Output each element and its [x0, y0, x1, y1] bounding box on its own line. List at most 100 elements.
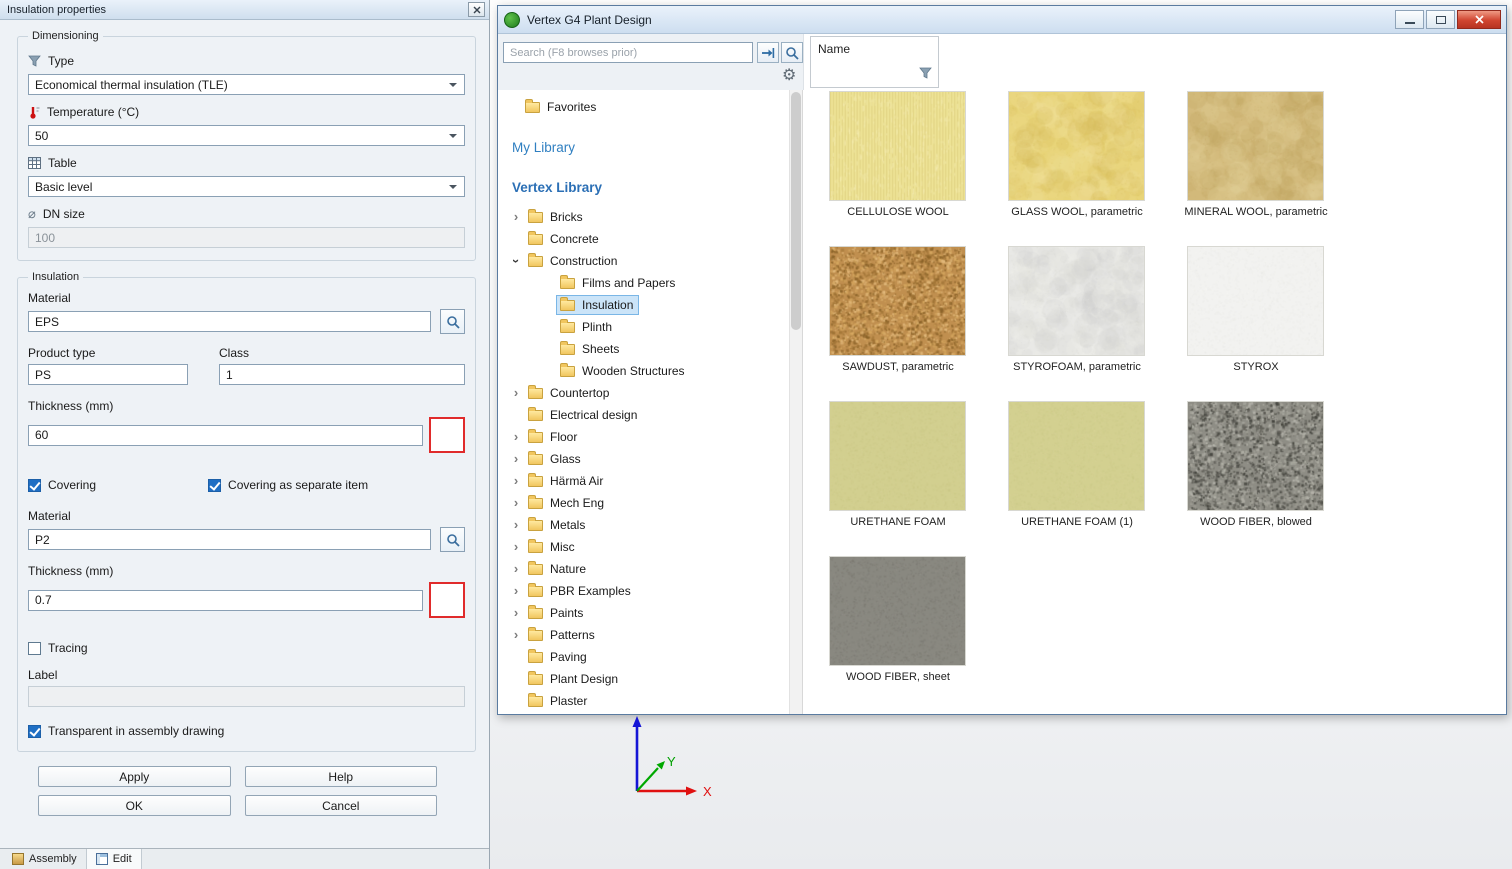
chevron-collapsed-icon[interactable]: ›	[508, 606, 524, 620]
maximize-button[interactable]	[1426, 10, 1455, 29]
ok-button[interactable]: OK	[38, 795, 231, 816]
tree-scrollbar[interactable]	[789, 90, 803, 714]
chevron-collapsed-icon[interactable]: ›	[508, 474, 524, 488]
material-preview[interactable]	[1187, 91, 1324, 201]
cancel-button[interactable]: Cancel	[245, 795, 438, 816]
vertex-library-link[interactable]: Vertex Library	[512, 176, 789, 198]
tracing-checkbox[interactable]	[28, 642, 41, 655]
tree-item-patterns[interactable]: ›Patterns	[498, 624, 789, 646]
search-button[interactable]	[781, 42, 803, 63]
tree-item-favorites[interactable]: Favorites	[498, 96, 789, 118]
material-tile-urethane-foam[interactable]: URETHANE FOAM	[829, 401, 966, 528]
material-tile-glass-wool-parametric[interactable]: GLASS WOOL, parametric	[1008, 91, 1145, 218]
covering-thickness-field[interactable]: 0.7	[28, 590, 423, 611]
covering-material-field[interactable]: P2	[28, 529, 431, 550]
tree-item-films-and-papers[interactable]: Films and Papers	[498, 272, 789, 294]
tree-item-wooden-structures[interactable]: Wooden Structures	[498, 360, 789, 382]
tree-item-countertop[interactable]: ›Countertop	[498, 382, 789, 404]
tree-item-bricks[interactable]: ›Bricks	[498, 206, 789, 228]
product-type-field[interactable]: PS	[28, 364, 188, 385]
material-preview[interactable]	[1187, 246, 1324, 356]
tree-item-metals[interactable]: ›Metals	[498, 514, 789, 536]
chevron-collapsed-icon[interactable]: ›	[508, 628, 524, 642]
covering-checkbox[interactable]	[28, 479, 41, 492]
chevron-collapsed-icon[interactable]: ›	[508, 540, 524, 554]
chevron-collapsed-icon[interactable]: ›	[508, 386, 524, 400]
covering-color-swatch[interactable]	[429, 582, 465, 618]
class-label: Class	[219, 346, 465, 360]
tree-item-plaster[interactable]: Plaster	[498, 690, 789, 712]
transparent-checkbox[interactable]	[28, 725, 41, 738]
tree-item-electrical-design[interactable]: Electrical design	[498, 404, 789, 426]
tree-item-sheets[interactable]: Sheets	[498, 338, 789, 360]
dialog-titlebar[interactable]: Insulation properties	[0, 0, 489, 20]
minimize-button[interactable]	[1395, 10, 1424, 29]
material-tile-styrofoam-parametric[interactable]: STYROFOAM, parametric	[1008, 246, 1145, 373]
chevron-expanded-icon[interactable]: ›	[509, 253, 523, 269]
material-label: STYROX	[1146, 361, 1366, 373]
material-preview[interactable]	[829, 91, 966, 201]
tree-item-h-rm-air[interactable]: ›Härmä Air	[498, 470, 789, 492]
tree-item-plant-design[interactable]: Plant Design	[498, 668, 789, 690]
chevron-collapsed-icon[interactable]: ›	[508, 452, 524, 466]
tree-item-concrete[interactable]: Concrete	[498, 228, 789, 250]
material-preview[interactable]	[1187, 401, 1324, 511]
tab-edit[interactable]: Edit	[87, 849, 142, 869]
tree-item-pbr-examples[interactable]: ›PBR Examples	[498, 580, 789, 602]
tree-item-content: Electrical design	[524, 405, 643, 425]
search-input[interactable]	[503, 42, 753, 63]
material-field[interactable]: EPS	[28, 311, 431, 332]
material-tile-mineral-wool-parametric[interactable]: MINERAL WOOL, parametric	[1187, 91, 1324, 218]
material-search-button[interactable]	[440, 309, 465, 334]
help-button[interactable]: Help	[245, 766, 438, 787]
tree-item-paving[interactable]: Paving	[498, 646, 789, 668]
chevron-collapsed-icon[interactable]: ›	[508, 518, 524, 532]
apply-button[interactable]: Apply	[38, 766, 231, 787]
chevron-collapsed-icon[interactable]: ›	[508, 496, 524, 510]
material-preview[interactable]	[829, 246, 966, 356]
temperature-dropdown[interactable]: 50	[28, 125, 465, 146]
material-preview[interactable]	[1008, 401, 1145, 511]
material-preview[interactable]	[1008, 91, 1145, 201]
chevron-collapsed-icon[interactable]: ›	[508, 562, 524, 576]
tree-item-insulation[interactable]: Insulation	[498, 294, 789, 316]
material-tile-sawdust-parametric[interactable]: SAWDUST, parametric	[829, 246, 966, 373]
tree-item-nature[interactable]: ›Nature	[498, 558, 789, 580]
go-button[interactable]	[757, 42, 779, 63]
chevron-collapsed-icon[interactable]: ›	[508, 210, 524, 224]
tab-assembly[interactable]: Assembly	[3, 849, 87, 869]
covering-separate-checkbox[interactable]	[208, 479, 221, 492]
my-library-link[interactable]: My Library	[512, 134, 789, 160]
settings-gear-icon[interactable]: ⚙	[782, 67, 796, 85]
dialog-close-button[interactable]	[468, 2, 485, 17]
material-preview[interactable]	[829, 401, 966, 511]
name-column-header[interactable]: Name	[810, 36, 939, 88]
tree-item-plinth[interactable]: Plinth	[498, 316, 789, 338]
class-field[interactable]: 1	[219, 364, 465, 385]
tree-item-misc[interactable]: ›Misc	[498, 536, 789, 558]
chevron-collapsed-icon[interactable]: ›	[508, 584, 524, 598]
material-tile-urethane-foam-1[interactable]: URETHANE FOAM (1)	[1008, 401, 1145, 528]
material-tile-cellulose-wool[interactable]: CELLULOSE WOOL	[829, 91, 966, 218]
material-preview[interactable]	[829, 556, 966, 666]
covering-material-search-button[interactable]	[440, 527, 465, 552]
tree-item-mech-eng[interactable]: ›Mech Eng	[498, 492, 789, 514]
tree-item-glass[interactable]: ›Glass	[498, 448, 789, 470]
type-dropdown[interactable]: Economical thermal insulation (TLE)	[28, 74, 465, 95]
material-tile-styrox[interactable]: STYROX	[1187, 246, 1324, 373]
material-preview[interactable]	[1008, 246, 1145, 356]
table-dropdown[interactable]: Basic level	[28, 176, 465, 197]
window-titlebar[interactable]: Vertex G4 Plant Design	[498, 6, 1506, 34]
scrollbar-thumb[interactable]	[791, 92, 801, 330]
material-tile-wood-fiber-sheet[interactable]: WOOD FIBER, sheet	[829, 556, 966, 683]
tree-item-construction[interactable]: ›Construction	[498, 250, 789, 272]
tree-item-paints[interactable]: ›Paints	[498, 602, 789, 624]
insulation-color-swatch[interactable]	[429, 417, 465, 453]
window-close-button[interactable]	[1457, 10, 1501, 29]
search-icon	[785, 46, 799, 60]
material-tile-wood-fiber-blowed[interactable]: WOOD FIBER, blowed	[1187, 401, 1324, 528]
thickness-field[interactable]: 60	[28, 425, 423, 446]
tree-item-floor[interactable]: ›Floor	[498, 426, 789, 448]
chevron-collapsed-icon[interactable]: ›	[508, 430, 524, 444]
filter-funnel-icon[interactable]	[919, 67, 932, 82]
